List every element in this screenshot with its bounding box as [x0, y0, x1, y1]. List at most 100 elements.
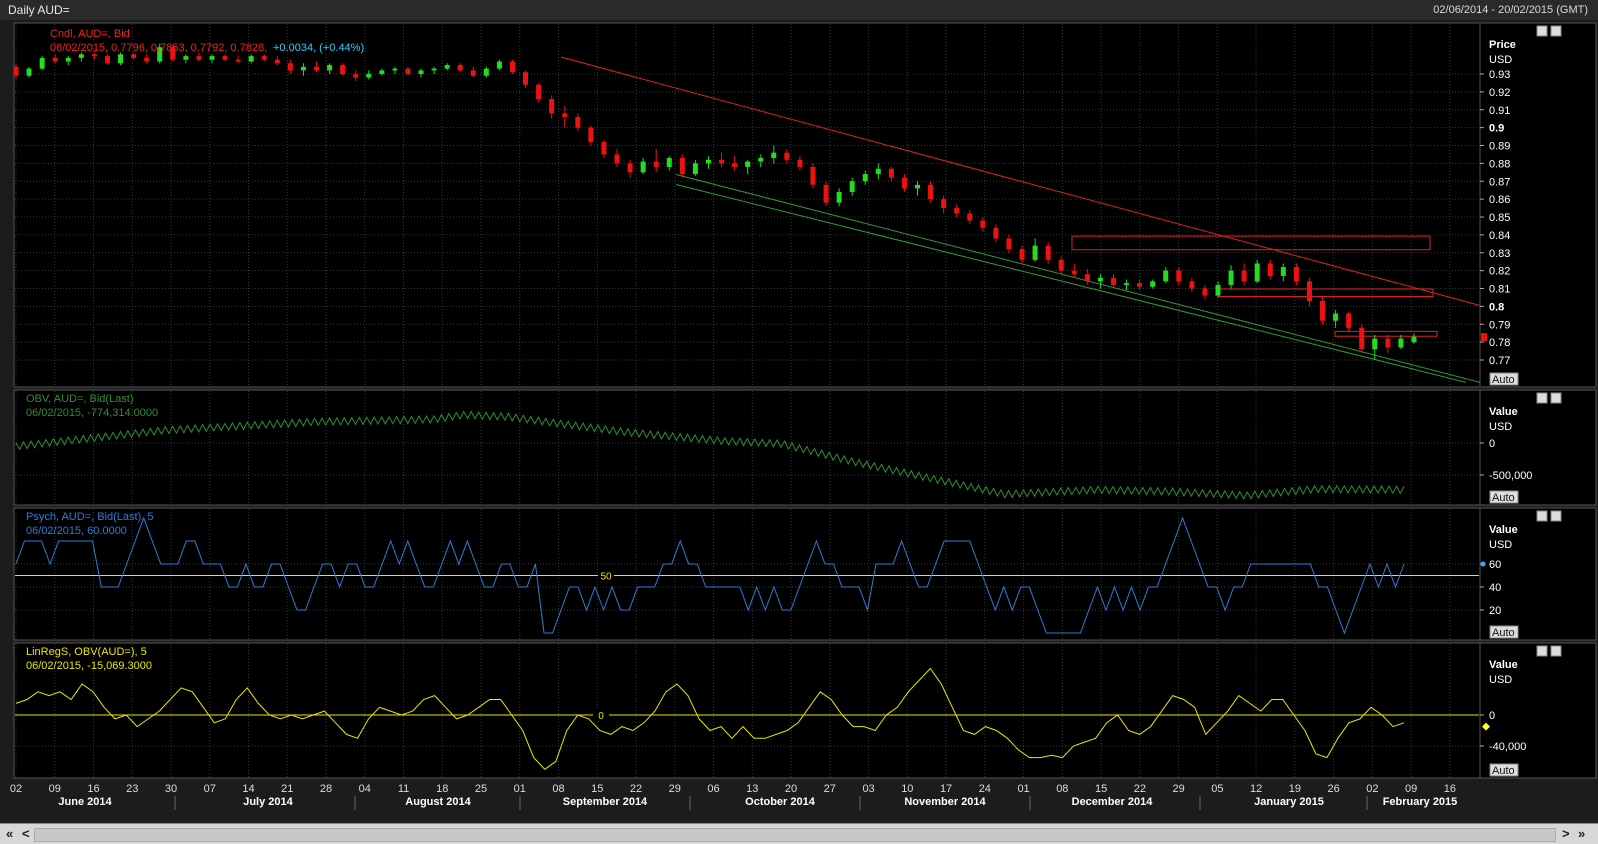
- candle-body: [1189, 281, 1195, 289]
- candle-body: [562, 113, 568, 117]
- candle-body: [784, 152, 790, 160]
- x-tick-label: 11: [398, 783, 409, 795]
- x-tick-label: 06: [707, 783, 719, 795]
- x-tick-label: 28: [320, 783, 332, 795]
- candle-body: [1254, 263, 1260, 282]
- candle-body: [692, 163, 698, 175]
- candle-body: [235, 59, 241, 62]
- x-month-label: November 2014: [904, 796, 986, 808]
- y-tick-label: 0.86: [1489, 194, 1510, 206]
- candle-body: [1163, 270, 1169, 282]
- candle-body: [26, 68, 32, 76]
- psych-legend-title: Psych, AUD=, Bid(Last), 5: [26, 511, 153, 523]
- chart-area[interactable]: 02 09 16 23 30 07 14 21 28 04 11 18 25 01 08 15 22 29 06 13…: [0, 20, 1598, 823]
- psych-reference-label: 50: [600, 572, 612, 583]
- candle-body: [941, 199, 947, 209]
- x-month-label: February 2015: [1383, 796, 1458, 808]
- candle-body: [1124, 283, 1130, 285]
- scroll-prev-button[interactable]: <: [22, 826, 30, 841]
- candle-body: [340, 65, 346, 74]
- candle-body: [1097, 277, 1103, 282]
- x-tick-label: 29: [669, 783, 681, 795]
- candle-body: [483, 68, 489, 76]
- candle-body: [457, 65, 463, 71]
- candle-body: [144, 57, 150, 62]
- candle-body: [797, 159, 803, 167]
- scroll-last-button[interactable]: »: [1578, 826, 1585, 841]
- x-month-label: October 2014: [745, 796, 816, 808]
- y-tick-label: 0.88: [1489, 158, 1510, 170]
- x-tick-label: 17: [940, 783, 952, 795]
- window-titlebar: Daily AUD= 02/06/2014 - 20/02/2015 (GMT): [0, 0, 1598, 21]
- scroll-first-button[interactable]: «: [6, 826, 13, 841]
- candle-body: [1176, 270, 1182, 282]
- x-tick-label: 01: [1017, 783, 1029, 795]
- candle-body: [1306, 281, 1312, 302]
- scroll-track[interactable]: [34, 828, 1556, 842]
- candle-body: [1267, 263, 1273, 276]
- candle-body: [875, 168, 881, 175]
- x-tick-label: 10: [901, 783, 913, 795]
- candle-body: [1372, 338, 1378, 350]
- y-tick-label: 0.83: [1489, 248, 1510, 260]
- candle-body: [183, 56, 189, 60]
- axis-unit: USD: [1489, 539, 1512, 551]
- candle-body: [836, 191, 842, 203]
- candle-body: [588, 127, 594, 142]
- candle-body: [928, 184, 934, 200]
- candle-body: [1398, 338, 1404, 348]
- candle-body: [209, 56, 215, 60]
- horizontal-scrollbar[interactable]: « < > »: [0, 823, 1598, 844]
- candle-body: [1084, 274, 1090, 282]
- candle-body: [993, 227, 999, 239]
- candle-body: [287, 63, 293, 71]
- y-tick-label: 0.93: [1489, 69, 1510, 81]
- y-tick-label: 0.79: [1489, 319, 1510, 331]
- candle-body: [314, 66, 320, 71]
- x-tick-label: 22: [1134, 783, 1146, 795]
- x-tick-label: 29: [1172, 783, 1184, 795]
- x-month-label: September 2014: [563, 796, 648, 808]
- candle-body: [509, 61, 515, 73]
- price-legend-change: +0.0034, (+0.44%): [273, 42, 364, 54]
- date-range: 02/06/2014 - 20/02/2015 (GMT): [1433, 4, 1588, 16]
- candle-body: [1293, 267, 1299, 282]
- candle-body: [536, 84, 542, 100]
- axis-title: Price: [1489, 39, 1516, 51]
- candle-body: [627, 163, 633, 173]
- panel-close-icon: [1550, 645, 1562, 657]
- candle-body: [1137, 283, 1143, 287]
- x-tick-label: 02: [10, 783, 22, 795]
- x-tick-label: 24: [979, 783, 991, 795]
- scroll-next-button[interactable]: >: [1562, 826, 1570, 841]
- x-tick-label: 07: [204, 783, 216, 795]
- x-tick-label: 18: [436, 783, 448, 795]
- x-tick-label: 15: [1095, 783, 1107, 795]
- y-tick-label: 0.81: [1489, 284, 1510, 296]
- x-month-label: June 2014: [58, 796, 112, 808]
- y-tick-label: 0: [1489, 710, 1495, 722]
- candle-body: [1045, 245, 1051, 260]
- candle-body: [1019, 249, 1025, 260]
- candle-body: [39, 57, 45, 69]
- x-tick-label: 04: [359, 783, 371, 795]
- x-month-label: January 2015: [1254, 796, 1324, 808]
- x-tick-label: 22: [630, 783, 642, 795]
- candle-body: [366, 74, 372, 78]
- y-tick-label: 0.9: [1489, 123, 1504, 135]
- x-tick-label: 12: [1250, 783, 1262, 795]
- candle-body: [1320, 301, 1326, 321]
- x-tick-label: 13: [746, 783, 758, 795]
- linreg-legend-title: LinRegS, OBV(AUD=), 5: [26, 646, 147, 658]
- candle-body: [980, 220, 986, 228]
- x-tick-label: 09: [1405, 783, 1417, 795]
- candle-body: [823, 184, 829, 203]
- candle-body: [248, 56, 254, 62]
- axis-title: Value: [1489, 659, 1518, 671]
- candle-body: [732, 163, 738, 167]
- candle-body: [300, 66, 306, 71]
- candle-body: [418, 70, 424, 74]
- x-tick-label: 16: [87, 783, 99, 795]
- x-tick-label: 14: [242, 783, 254, 795]
- candle-body: [640, 161, 646, 173]
